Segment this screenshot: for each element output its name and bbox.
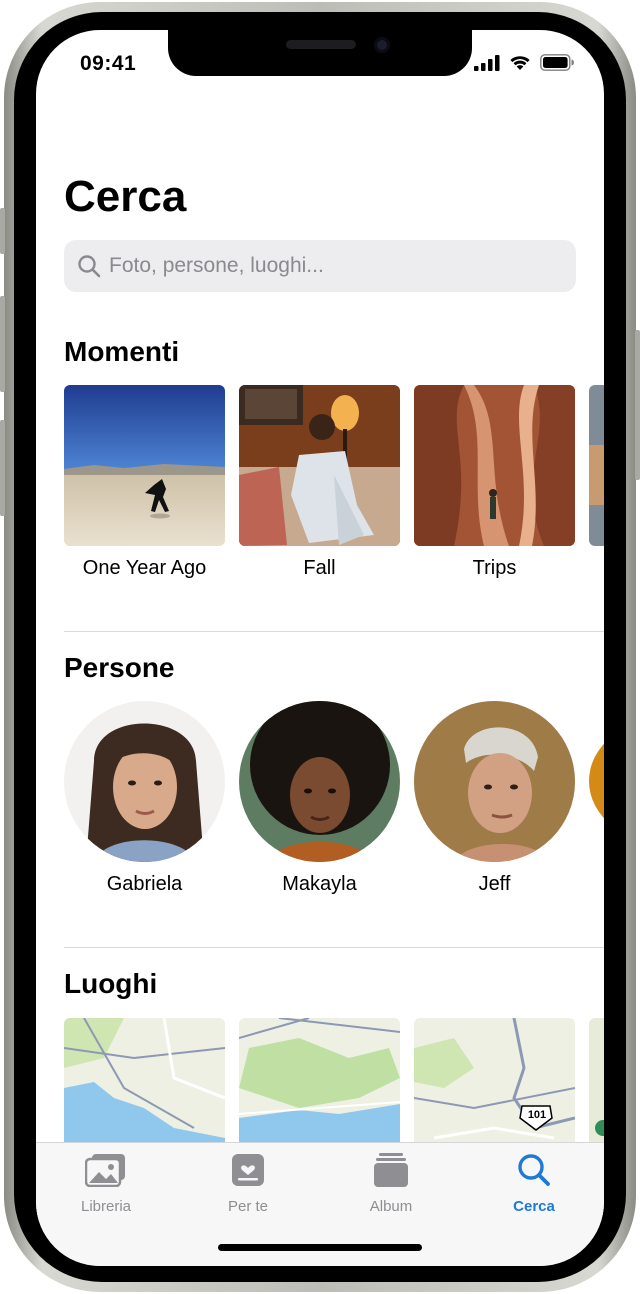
moments-row	[64, 385, 604, 546]
earpiece	[286, 40, 356, 49]
front-camera	[374, 37, 390, 53]
photo-library-icon	[84, 1154, 125, 1188]
for-you-icon	[232, 1154, 264, 1186]
moment-tile-fall[interactable]	[239, 385, 400, 546]
album-icon	[374, 1153, 408, 1187]
moment-label: Fall	[303, 557, 336, 579]
status-time: 09:41	[80, 52, 137, 75]
moment-label: Trips	[472, 557, 517, 579]
avatar-photo	[64, 701, 225, 862]
tab-label: Libreria	[80, 1198, 132, 1215]
search-icon	[78, 255, 101, 278]
moment-label: One Year Ago	[82, 557, 207, 579]
wifi-icon	[510, 56, 530, 70]
route-shield-label: 101	[527, 1109, 547, 1121]
search-bar[interactable]: Foto, persone, luoghi...	[64, 240, 576, 292]
people-row	[64, 701, 604, 862]
status-icons	[474, 54, 574, 71]
tab-label: Cerca	[513, 1198, 555, 1215]
person-label: Makayla	[282, 873, 357, 895]
battery-icon	[540, 54, 574, 71]
divider	[64, 947, 604, 948]
moments-section-title: Momenti	[64, 336, 180, 367]
portrait-photo	[239, 385, 400, 546]
search-icon	[518, 1154, 550, 1186]
partial-photo	[589, 385, 604, 546]
screen: 09:41 Cerca Foto, persone, luoghi... Mom…	[36, 30, 604, 1266]
places-section-title: Luoghi	[64, 968, 158, 999]
home-indicator	[218, 1244, 422, 1251]
divider	[64, 631, 604, 632]
person-avatar-more[interactable]	[589, 701, 604, 862]
moment-tile-trips[interactable]	[414, 385, 575, 546]
avatar-photo	[239, 701, 400, 862]
person-avatar-gabriela[interactable]	[64, 701, 225, 862]
canyon-photo	[414, 385, 575, 546]
people-section-title: Persone	[64, 652, 175, 683]
avatar-photo	[589, 701, 604, 862]
page-title: Cerca	[64, 172, 187, 221]
avatar-photo	[414, 701, 575, 862]
search-input[interactable]: Foto, persone, luoghi...	[109, 254, 324, 278]
tab-search[interactable]: Cerca	[479, 1153, 589, 1215]
tab-album[interactable]: Album	[336, 1153, 446, 1215]
cellular-signal-icon	[474, 54, 500, 71]
tab-for-you[interactable]: Per te	[193, 1153, 303, 1215]
person-avatar-jeff[interactable]	[414, 701, 575, 862]
moment-tile-more[interactable]	[589, 385, 604, 546]
notch	[168, 30, 472, 76]
person-avatar-makayla[interactable]	[239, 701, 400, 862]
person-label: Jeff	[478, 873, 511, 895]
desert-photo	[64, 385, 225, 546]
tab-label: Per te	[227, 1198, 269, 1215]
person-label: Gabriela	[106, 873, 183, 895]
moment-tile-one-year-ago[interactable]	[64, 385, 225, 546]
tab-library[interactable]: Libreria	[51, 1153, 161, 1215]
tab-label: Album	[369, 1198, 413, 1215]
